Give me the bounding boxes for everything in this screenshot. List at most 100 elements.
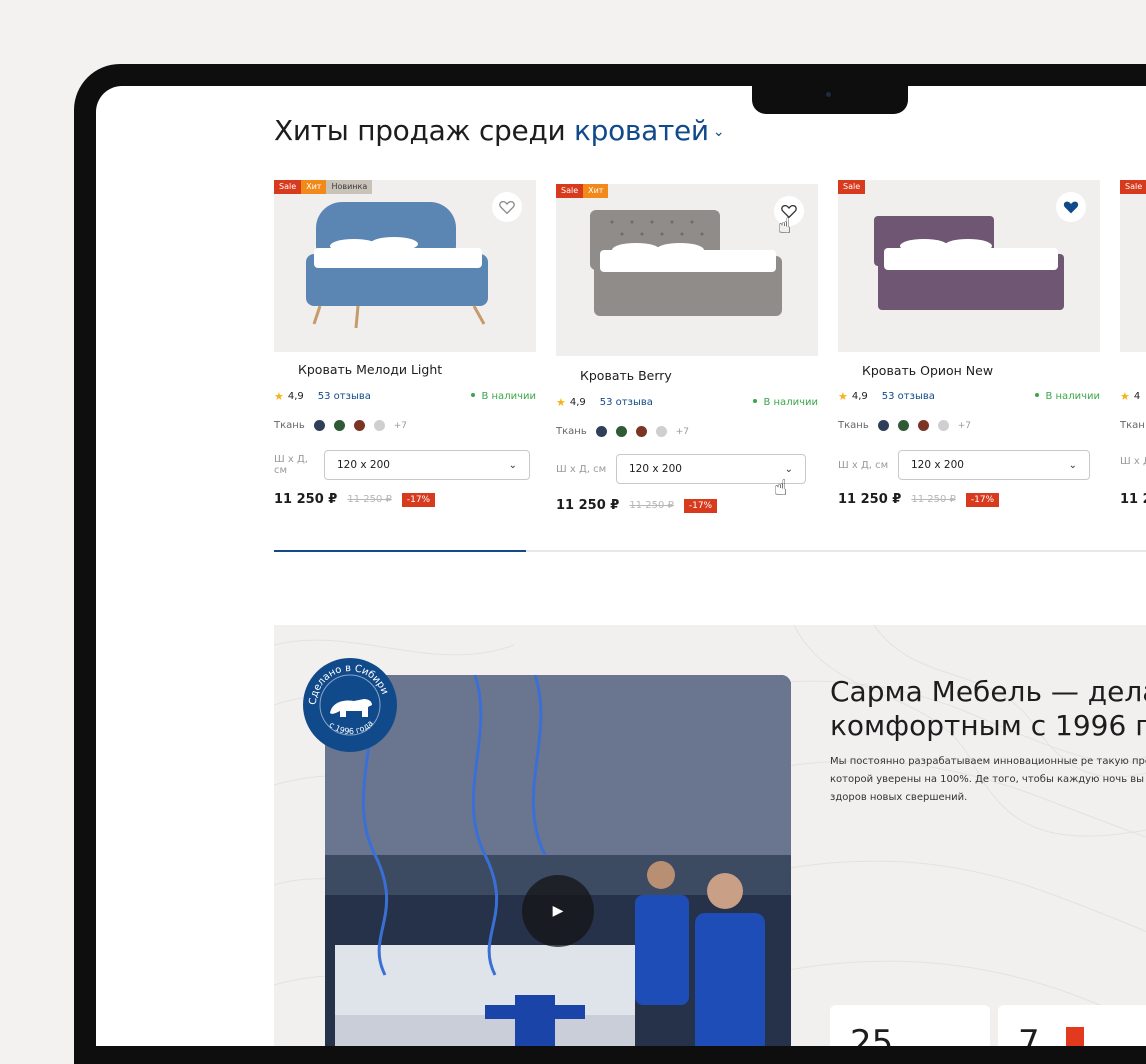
stat-card: 7	[998, 1005, 1146, 1046]
reviews-link[interactable]: 53 отзыва	[318, 391, 371, 402]
made-in-siberia-seal: Сделано в Сибири с 1996 года	[303, 658, 397, 752]
stock-status: В наличии	[471, 391, 536, 402]
fabric-row: Ткань +7	[556, 426, 689, 437]
old-price: 11 250 ₽	[347, 494, 392, 505]
rating-value: 4,9	[287, 391, 304, 402]
stat-card: 25	[830, 1005, 990, 1046]
size-label: Ш х Д	[1120, 456, 1146, 467]
swatch-blue[interactable]	[877, 420, 889, 431]
size-label: Ш х Д, см	[556, 463, 607, 475]
stock-status: В наличии	[753, 397, 818, 408]
reviews-link[interactable]: 53 отзыва	[600, 397, 653, 408]
chevron-down-icon: ⌄	[1068, 459, 1077, 471]
stock-label: В наличии	[1045, 391, 1100, 402]
about-section: ▶ Сделано в Сибири с 1996 года Сарма Меб…	[274, 625, 1146, 1046]
swatch-brown[interactable]	[635, 426, 647, 437]
size-value: 120 х 200	[629, 463, 682, 475]
reviews-link[interactable]: 53 отзыва	[882, 391, 935, 402]
size-select[interactable]: 120 х 200 ⌄	[324, 450, 530, 480]
size-value: 120 х 200	[337, 459, 390, 471]
size-row: Ш х Д, см 120 х 200 ⌄	[556, 454, 806, 484]
category-dropdown-label: кроватей	[574, 114, 709, 147]
swatch-green[interactable]	[897, 420, 909, 431]
product-card[interactable]: Sale Хит Новинка Кровать Мелоди Light ★ …	[274, 180, 536, 507]
fabric-row: Ткань +7	[838, 420, 971, 431]
price-row: 11 250 ₽ 11 250 ₽ -17%	[838, 492, 1000, 507]
laptop-notch	[752, 84, 908, 114]
price-row: 11 250 ₽ 11 250 ₽ -17%	[556, 498, 718, 513]
stock-dot	[471, 393, 476, 397]
discount-badge: -17%	[965, 492, 1000, 507]
stat-value: 25	[850, 1023, 894, 1046]
swatch-gray[interactable]	[373, 420, 385, 431]
stock-dot	[1035, 393, 1040, 397]
old-price: 11 250 ₽	[911, 494, 956, 505]
product-name[interactable]: Кровать Мелоди Light	[298, 362, 442, 377]
swatch-gray[interactable]	[937, 420, 949, 431]
rating-value: 4,9	[569, 397, 586, 408]
slider-progress[interactable]	[274, 550, 1146, 552]
star-icon: ★	[1120, 390, 1130, 403]
swatch-blue[interactable]	[313, 420, 325, 431]
section-title: Хиты продаж среди кроватей ⌄	[274, 114, 725, 147]
swatch-green[interactable]	[615, 426, 627, 437]
product-name[interactable]: Кровать Орион New	[862, 363, 993, 378]
product-card[interactable]: Sale Кровать Орион New ★ 4,9 53 отзыва В…	[838, 180, 1100, 507]
stock-label: В наличии	[481, 391, 536, 402]
swatch-blue[interactable]	[595, 426, 607, 437]
swatch-brown[interactable]	[353, 420, 365, 431]
sale-badge: Sale	[556, 184, 584, 198]
size-row: Ш х Д, см 120 х 200 ⌄	[274, 450, 530, 480]
badge-group: Sale	[1120, 180, 1146, 194]
product-image[interactable]: Sale Хит Новинка	[274, 180, 536, 352]
chevron-down-icon: ⌄	[508, 459, 517, 471]
product-name[interactable]: Кровать Berry	[580, 368, 672, 383]
about-title: Сарма Мебель — дела комфортным с 1996 го	[830, 675, 1146, 743]
hit-badge: Хит	[583, 184, 609, 198]
swatch-gray[interactable]	[655, 426, 667, 437]
swatch-green[interactable]	[333, 420, 345, 431]
hit-badge: Хит	[301, 180, 327, 194]
more-colors[interactable]: +7	[676, 427, 689, 437]
fabric-row: Ткань +7	[274, 420, 407, 431]
favorite-button[interactable]	[1056, 192, 1086, 222]
swatch-brown[interactable]	[917, 420, 929, 431]
fabric-label: Ткань	[838, 420, 869, 431]
size-select[interactable]: 120 х 200 ⌄	[898, 450, 1090, 480]
price: 11 250 ₽	[838, 492, 902, 507]
category-dropdown[interactable]: кроватей ⌄	[574, 114, 725, 147]
about-title-line2: комфортным с 1996 го	[830, 709, 1146, 742]
product-image[interactable]: Sale	[1120, 180, 1146, 352]
fabric-row: Ткан	[1120, 420, 1145, 431]
rating-row: ★ 4,9 53 отзыва В наличии	[838, 390, 1100, 403]
size-label: Ш х Д, см	[274, 454, 308, 476]
heart-filled-icon	[1063, 201, 1079, 214]
section-title-prefix: Хиты продаж среди	[274, 114, 566, 147]
sale-badge: Sale	[274, 180, 302, 194]
chevron-down-icon: ⌄	[784, 463, 793, 475]
sale-badge: Sale	[1120, 180, 1146, 194]
product-card[interactable]: Sale ★ 4 Ткан Ш х Д 11 25	[1120, 180, 1146, 507]
price: 11 250 ₽	[556, 498, 620, 513]
fabric-label: Ткань	[274, 420, 305, 431]
product-image[interactable]: Sale Хит ☝	[556, 184, 818, 356]
stock-status: В наличии	[1035, 391, 1100, 402]
product-card[interactable]: Sale Хит ☝ Кровать Berry ★ 4,9 53 отзыва…	[556, 184, 818, 513]
hand-cursor-icon: ☝	[774, 476, 788, 501]
badge-group: Sale Хит	[556, 184, 609, 198]
play-button[interactable]: ▶	[522, 875, 594, 947]
coat-of-arms-icon	[1066, 1027, 1084, 1046]
about-title-line1: Сарма Мебель — дела	[830, 675, 1146, 708]
rating-row: ★ 4,9 53 отзыва В наличии	[274, 390, 536, 403]
favorite-button[interactable]	[492, 192, 522, 222]
stock-label: В наличии	[763, 397, 818, 408]
camera-dot	[826, 92, 831, 97]
more-colors[interactable]: +7	[394, 421, 407, 431]
rating-row: ★ 4	[1120, 390, 1146, 403]
product-image[interactable]: Sale	[838, 180, 1100, 352]
price-row: 11 25	[1120, 492, 1146, 507]
size-value: 120 х 200	[911, 459, 964, 471]
stock-dot	[753, 399, 758, 403]
more-colors[interactable]: +7	[958, 421, 971, 431]
hand-cursor-icon: ☝	[778, 214, 792, 239]
